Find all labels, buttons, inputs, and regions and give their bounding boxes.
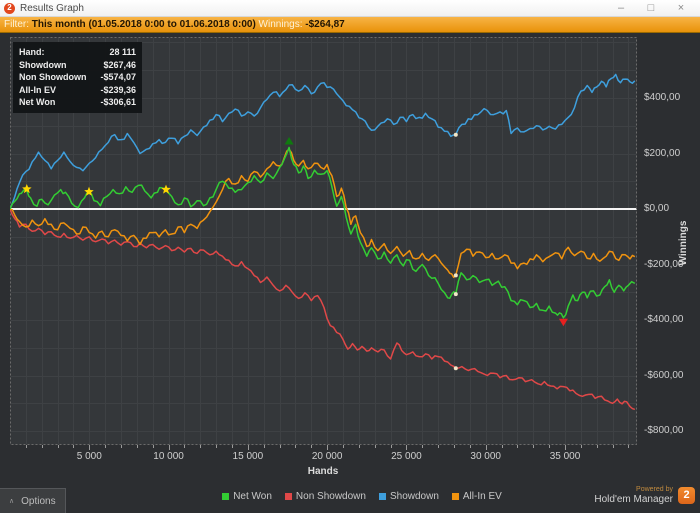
- legend-swatch-icon: [284, 493, 292, 500]
- x-tick-label: 10 000: [153, 451, 184, 462]
- hm2-app-icon: 2: [4, 2, 15, 14]
- y-tick-label: $200,00: [644, 147, 681, 159]
- tooltip-row: Hand: 28 111: [19, 46, 136, 59]
- legend-item-non-showdown[interactable]: Non Showdown: [284, 491, 366, 502]
- hover-point-dot: [453, 292, 458, 297]
- tooltip-row-label: Hand:: [19, 47, 45, 57]
- maximize-button[interactable]: □: [636, 0, 666, 16]
- title-bar[interactable]: 2 Results Graph – □ ×: [0, 0, 700, 17]
- hover-point-dot: [453, 366, 458, 371]
- chevron-up-icon: ∧: [9, 497, 15, 505]
- tooltip-row-value: 28 111: [109, 47, 137, 57]
- legend-label: Showdown: [389, 491, 439, 502]
- filter-winnings-label: Winnings:: [255, 19, 306, 30]
- y-tick-label: -$200,00: [644, 258, 684, 270]
- legend-label: Net Won: [233, 491, 272, 502]
- x-tick-label: 30 000: [470, 451, 501, 462]
- hover-point-dot: [453, 273, 458, 278]
- minimize-button[interactable]: –: [606, 0, 636, 16]
- close-button[interactable]: ×: [666, 0, 696, 16]
- tooltip-row-label: Non Showdown: [19, 72, 87, 82]
- results-graph-window: 2 Results Graph – □ × Filter: This month…: [0, 0, 700, 513]
- tooltip-row-label: All-In EV: [19, 84, 57, 95]
- legend-item-net-won[interactable]: Net Won: [222, 491, 272, 502]
- tooltip-row-value: $267,46: [103, 59, 137, 70]
- legend-label: Non Showdown: [295, 491, 366, 502]
- hover-tooltip: Hand: 28 111 Showdown $267,46 Non Showdown -$…: [13, 42, 143, 113]
- filter-bar[interactable]: Filter: This month (01.05.2018 0:00 to 0…: [0, 17, 700, 33]
- powered-by-block: Powered by Hold'em Manager 2: [594, 486, 695, 505]
- window-title: Results Graph: [20, 2, 84, 14]
- filter-range: This month (01.05.2018 0:00 to 01.06.201…: [31, 19, 256, 30]
- x-tick-label: 20 000: [311, 451, 343, 462]
- powered-by-label: Powered by: [636, 486, 673, 493]
- tooltip-row-value: -$239,36: [100, 84, 137, 95]
- y-tick-label: $400,00: [644, 92, 681, 103]
- legend-swatch-icon: [222, 493, 230, 500]
- y-tick-label: -$800,00: [644, 425, 684, 436]
- x-tick-label: 25 000: [391, 451, 422, 462]
- tooltip-row: Showdown $267,46: [19, 59, 136, 72]
- tooltip-row-value: -$574,07: [100, 72, 137, 82]
- tooltip-row: Non Showdown -$574,07: [19, 71, 136, 84]
- legend-label: All-In EV: [462, 491, 502, 502]
- x-tick-label: 35 000: [549, 451, 581, 462]
- tooltip-row-value: -$306,61: [100, 97, 137, 107]
- legend-swatch-icon: [378, 493, 386, 500]
- options-button[interactable]: ∧ Options: [0, 488, 66, 513]
- tooltip-row: Net Won -$306,61: [19, 96, 136, 109]
- x-tick-label: 15 000: [232, 451, 264, 462]
- y-tick-label: -$600,00: [644, 369, 684, 381]
- y-tick-label: -$400,00: [644, 314, 684, 325]
- hm2-brand-badge: 2: [678, 486, 695, 504]
- legend-item-all-in-ev[interactable]: All-In EV: [451, 491, 502, 502]
- x-tick-label: 5 000: [76, 451, 102, 462]
- brand-name: Hold'em Manager: [594, 493, 673, 505]
- tooltip-row-label: Showdown: [19, 59, 67, 70]
- legend-item-showdown[interactable]: Showdown: [378, 491, 439, 502]
- filter-label: Filter:: [4, 19, 32, 30]
- filter-winnings-value: -$264,87: [305, 19, 345, 30]
- tooltip-row-label: Net Won: [19, 97, 56, 107]
- legend-swatch-icon: [451, 493, 459, 500]
- hover-point-dot: [453, 132, 458, 137]
- window-controls: – □ ×: [606, 0, 696, 16]
- options-button-label: Options: [21, 495, 56, 507]
- tooltip-row: All-In EV -$239,36: [19, 84, 136, 97]
- y-tick-label: $0,00: [644, 203, 670, 214]
- x-axis-title: Hands: [307, 466, 339, 477]
